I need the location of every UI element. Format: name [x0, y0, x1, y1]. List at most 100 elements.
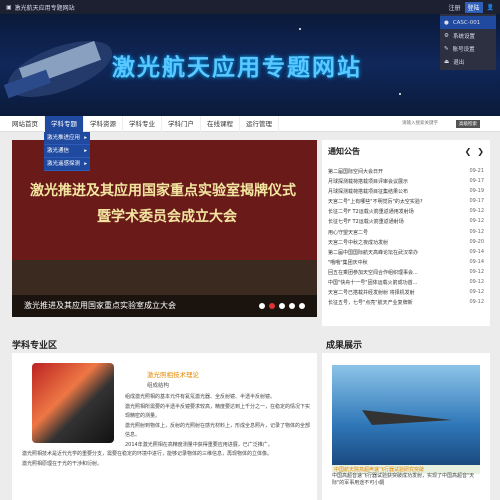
- user-menu: ● CASC-001 ⚙ 系统设置 ✎ 账号设置 ⏏ 退出: [440, 14, 496, 70]
- notice-item[interactable]: 天宫二号中秋之夜成功发射 09-20: [328, 239, 484, 249]
- nav-resources[interactable]: 学科资源: [84, 115, 123, 132]
- notice-item[interactable]: "哦哦"集团庆中秋 09-14: [328, 259, 484, 269]
- notice-item-text: 月球探测载荷搭载项目征集结果公布: [328, 189, 409, 196]
- slider-dot-2[interactable]: [269, 303, 275, 309]
- notice-item-date: 09-12: [469, 228, 484, 235]
- notice-item-date: 09-12: [469, 289, 484, 296]
- settings-icon: ✎: [444, 45, 449, 52]
- chevron-left-icon[interactable]: ❮: [465, 147, 472, 156]
- results-item-text: 中国高超音速飞行器试验获突破成功发射，实现了中国高超音"天际"的军事用途不可小觑: [332, 473, 475, 486]
- notice-item-text: 用心守望天宫二号: [328, 229, 369, 236]
- results-image[interactable]: [332, 365, 480, 465]
- top-bar: ▣ 激光航天应用专题网站 注册 登陆 👤: [0, 0, 500, 14]
- slider-dot-3[interactable]: [279, 303, 285, 309]
- notice-item-date: 09-21: [469, 168, 484, 174]
- dropdown-item-remote-sensing[interactable]: 激光遥感探测 ▸: [44, 158, 90, 171]
- subject-paragraph: 激光照相技术是近代光学的重要分支，需要在稳定的环境中进行，能够记录物体的三维信息…: [22, 451, 273, 457]
- nav-majors[interactable]: 学科专业: [123, 115, 162, 132]
- notice-item-text: 第二届中国国际航天高峰论坛在武汉举办: [328, 249, 419, 256]
- notice-item[interactable]: 长征二号F T2运载火箭重返通用发射场 09-12: [328, 208, 484, 218]
- subject-dropdown: 激光推进应用 ▸ 激光通信 ▸ 激光遥感探测 ▸: [44, 132, 90, 171]
- notice-panel: 通知公告 ❮ ❯ 第二届国际空间大会日开 09-21 月球探测载荷搭载项目评审会议展…: [322, 140, 490, 326]
- search-input[interactable]: [402, 119, 454, 128]
- dropdown-item-communication[interactable]: 激光通信 ▸: [44, 145, 90, 158]
- slide-banner-line1: 激光推进及其应用国家重点实验室揭牌仪式: [30, 183, 296, 199]
- notice-item[interactable]: 用心守望天宫二号 09-12: [328, 229, 484, 239]
- notice-item-text: "哦哦"集团庆中秋: [328, 259, 368, 266]
- nav-admin[interactable]: 运行管理: [240, 115, 279, 132]
- nav-home[interactable]: 网站首页: [6, 115, 45, 132]
- chevron-right-icon: ▸: [84, 134, 87, 141]
- notice-list: 第二届国际空间大会日开 09-21 月球探测载荷搭载项目评审会议展示 09-17 月球探…: [328, 168, 484, 309]
- subject-section-title: 学科专业区: [12, 341, 58, 351]
- notice-item-text: 回五在乘团参加天空闻合作组织理事会...: [328, 269, 418, 276]
- notice-item-date: 09-17: [469, 198, 484, 205]
- chevron-right-icon: ▸: [84, 147, 87, 154]
- slide-banner-line2: 暨学术委员会成立大会: [97, 209, 237, 225]
- notice-item[interactable]: 天宫二号已搭载并经发射射 将择机发射 09-12: [328, 289, 484, 299]
- notice-item-date: 09-14: [469, 258, 484, 265]
- notice-item[interactable]: 长征七号F T2运载火箭重返通射场 09-12: [328, 218, 484, 228]
- auth-links: 注册 登陆 👤: [448, 1, 494, 13]
- dropdown-item-propulsion[interactable]: 激光推进应用 ▸: [44, 132, 90, 145]
- notice-item-date: 09-20: [469, 238, 484, 245]
- notice-item-text: 月球探测载荷搭载项目评审会议展示: [328, 179, 409, 186]
- notice-item-date: 09-12: [469, 279, 484, 286]
- notice-item[interactable]: 第二届中国国际航天高峰论坛在武汉举办 09-14: [328, 249, 484, 259]
- slider-dot-5[interactable]: [299, 303, 305, 309]
- notice-item[interactable]: 回五在乘团参加天空闻合作组织理事会... 09-12: [328, 269, 484, 279]
- notice-item-date: 09-12: [469, 268, 484, 275]
- user-menu-account[interactable]: ● CASC-001: [440, 16, 496, 29]
- advanced-search-button[interactable]: 高级检索: [456, 119, 480, 128]
- banner: 激光航天应用专题网站: [0, 14, 500, 116]
- slider-dots: [259, 303, 305, 309]
- notice-item[interactable]: 天宫二号"上有哪些"不明觉厉"的太空实验? 09-17: [328, 198, 484, 208]
- notice-item-text: 天宫二号已搭载并经发射射 将择机发射: [328, 290, 415, 297]
- notice-item-text: 长征七号F T2运载火箭重返通射场: [328, 219, 404, 226]
- subject-paragraph: 组成激光照相的基本元件有氦氖激光器、全反射镜、半透半反射镜。: [125, 394, 276, 400]
- logout-icon: ⏏: [444, 58, 450, 65]
- notice-item-text: 长征二号F T2运载火箭重返通用发射场: [328, 209, 414, 216]
- user-menu-logout[interactable]: ⏏ 退出: [440, 55, 496, 68]
- login-button[interactable]: 登陆: [464, 1, 483, 13]
- notice-item[interactable]: 月球探测载荷搭载项目征集结果公布 09-19: [328, 188, 484, 198]
- subject-paragraph: 2014年激光照相在高精度测量中获得重要应用进展，已广泛推广。: [125, 441, 273, 448]
- user-menu-settings[interactable]: ✎ 账号设置: [440, 42, 496, 55]
- monitor-icon: ▣: [6, 3, 12, 11]
- notice-item-text: 天宫二号"上有哪些"不明觉厉"的太空实验?: [328, 199, 423, 206]
- chevron-right-icon[interactable]: ❯: [477, 147, 484, 156]
- nav-subject-topic[interactable]: 学科专题: [45, 115, 84, 132]
- register-link[interactable]: 注册: [448, 3, 460, 12]
- main-nav: 网站首页 学科专题 学科资源 学科专业 学科门户 在线课程 运行管理 高级检索: [0, 115, 500, 132]
- notice-item[interactable]: 月球探测载荷搭载项目评审会议展示 09-17: [328, 178, 484, 188]
- notice-item-date: 09-12: [469, 218, 484, 225]
- subject-item-subtitle: 组成结构: [147, 383, 170, 389]
- notice-item-text: 第二届国际空间大会日开: [328, 169, 384, 175]
- user-icon[interactable]: 👤: [487, 4, 494, 11]
- site-title: 激光航天应用专题网站: [14, 4, 75, 12]
- notice-item[interactable]: 中国"快舟十一号"固体运载火箭成功首... 09-12: [328, 279, 484, 289]
- banner-title: 激光航天应用专题网站: [112, 55, 362, 81]
- user-icon: ●: [444, 19, 449, 26]
- slider-dot-4[interactable]: [289, 303, 295, 309]
- notice-item-date: 09-19: [469, 188, 484, 195]
- chevron-right-icon: ▸: [84, 160, 87, 167]
- search-box: 高级检索: [402, 119, 480, 128]
- notice-item[interactable]: 长征五号，七号"点亮"航天产业复牌新 09-12: [328, 299, 484, 309]
- notice-item-text: 中国"快舟十一号"固体运载火箭成功首...: [328, 280, 418, 287]
- notice-item[interactable]: 第二届国际空间大会日开 09-21: [328, 168, 484, 178]
- subject-item-title[interactable]: 激光照相技术理论: [147, 369, 199, 379]
- notice-item-text: 天宫二号中秋之夜成功发射: [328, 239, 389, 246]
- notice-item-date: 09-17: [469, 178, 484, 185]
- subject-paragraph: 激光照射到物体上，反射的光照射在感光材料上，形成全息照片，记录了物体的全部信息。: [125, 422, 311, 439]
- aircraft-graphic: [362, 410, 452, 425]
- subject-body: 组成激光照相的基本元件有氦氖激光器、全反射镜、半透半反射镜。 激光照相所需要的半…: [22, 393, 312, 469]
- gear-icon: ⚙: [444, 32, 449, 39]
- nav-courses[interactable]: 在线课程: [201, 115, 240, 132]
- nav-portal[interactable]: 学科门户: [162, 115, 201, 132]
- slider-dot-1[interactable]: [259, 303, 265, 309]
- notice-title: 通知公告: [328, 146, 360, 156]
- user-menu-system[interactable]: ⚙ 系统设置: [440, 29, 496, 42]
- subject-paragraph: 激光照相原理在于光的干涉和衍射。: [22, 460, 103, 467]
- results-panel: 中国航天院高超声速飞行器试验研究突破 中国高超音速飞行器试验获突破成功发射，实现…: [322, 353, 490, 500]
